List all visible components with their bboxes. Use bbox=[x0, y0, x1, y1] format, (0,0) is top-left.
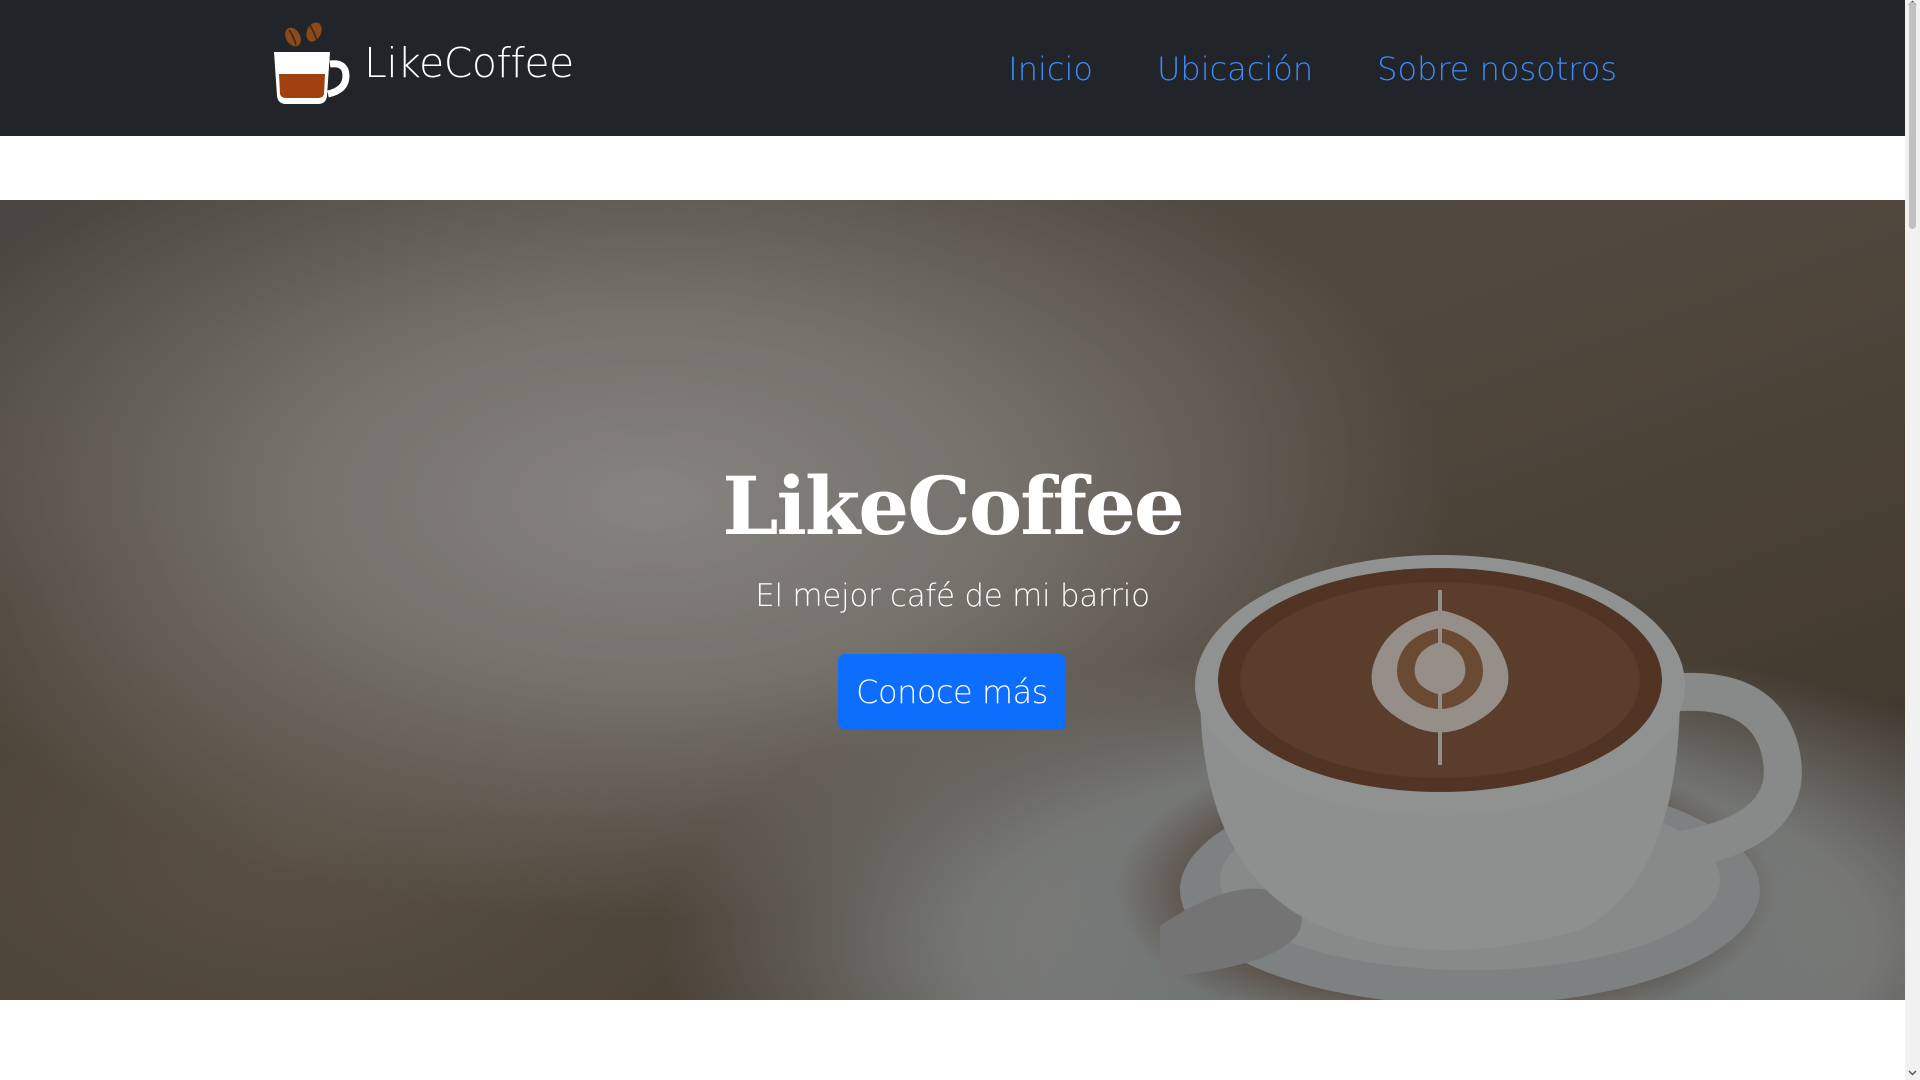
nav-link-sobre-nosotros[interactable]: Sobre nosotros bbox=[1377, 50, 1617, 88]
scroll-down-arrow-icon[interactable] bbox=[1908, 1070, 1917, 1076]
hero-content: LikeCoffee El mejor café de mi barrio Co… bbox=[0, 200, 1905, 1000]
scrollbar-thumb[interactable] bbox=[1909, 2, 1916, 229]
page: LikeCoffee Inicio Ubicación Sobre nosotr… bbox=[0, 0, 1920, 1080]
hero-subtitle: El mejor café de mi barrio bbox=[755, 578, 1150, 614]
brand-name: LikeCoffee bbox=[364, 38, 574, 87]
vertical-scrollbar[interactable] bbox=[1905, 0, 1920, 1080]
hero-section: LikeCoffee El mejor café de mi barrio Co… bbox=[0, 200, 1905, 1000]
nav-links: Inicio Ubicación Sobre nosotros bbox=[1008, 50, 1617, 88]
nav-link-inicio[interactable]: Inicio bbox=[1008, 50, 1093, 88]
learn-more-button[interactable]: Conoce más bbox=[838, 654, 1066, 730]
viewport: LikeCoffee Inicio Ubicación Sobre nosotr… bbox=[0, 0, 1905, 1080]
coffee-cup-logo-icon bbox=[274, 22, 350, 104]
nav-link-ubicacion[interactable]: Ubicación bbox=[1157, 50, 1313, 88]
hero-title: LikeCoffee bbox=[722, 459, 1185, 553]
navbar: LikeCoffee Inicio Ubicación Sobre nosotr… bbox=[0, 0, 1905, 136]
brand-link[interactable]: LikeCoffee bbox=[272, 18, 574, 108]
